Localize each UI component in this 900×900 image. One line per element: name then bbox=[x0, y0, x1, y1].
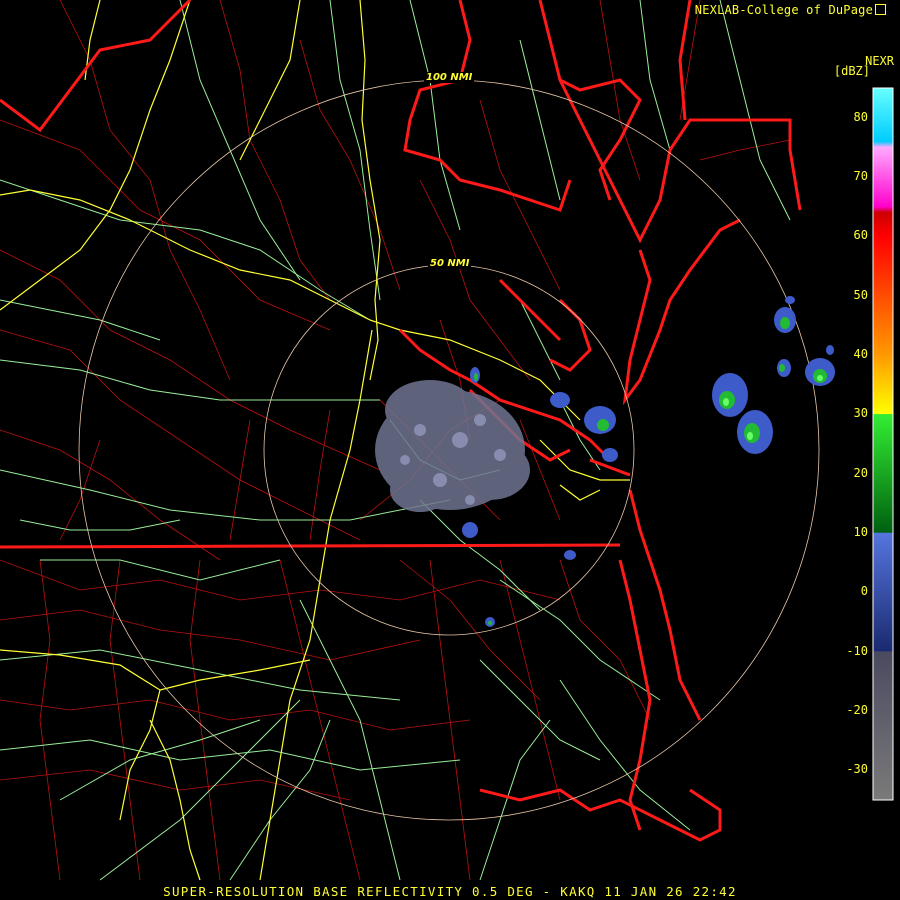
legend-tick-label: 60 bbox=[853, 228, 868, 243]
legend-unit: [dBZ] bbox=[833, 64, 870, 78]
legend-tick-label: 40 bbox=[853, 347, 868, 361]
credit-text: NEXLAB-College of DuPage bbox=[695, 3, 886, 17]
legend-tick-label: 70 bbox=[853, 169, 868, 183]
legend-tick-label: -20 bbox=[846, 703, 868, 717]
legend-tick-label: -30 bbox=[846, 762, 868, 777]
radar-display: NEXLAB-College of DuPage NEXR [dBZ] 80 70… bbox=[0, 0, 900, 900]
clutter-field bbox=[375, 380, 530, 512]
credit-label: NEXLAB-College of DuPage bbox=[694, 3, 873, 17]
interstates bbox=[0, 0, 630, 881]
legend-tick-label: 80 bbox=[853, 109, 868, 124]
legend-tick-label: 0 bbox=[860, 584, 868, 599]
external-link-icon bbox=[875, 4, 886, 15]
radar-map bbox=[0, 0, 894, 881]
legend-tick-label: 10 bbox=[853, 525, 868, 539]
ring-label-50: 50 NMI bbox=[428, 258, 472, 269]
legend-tick-label: -10 bbox=[846, 643, 868, 658]
dbz-colorbar bbox=[872, 87, 894, 801]
radar-returns bbox=[375, 296, 835, 627]
legend-tick-label: 20 bbox=[853, 465, 868, 480]
legend-tick-label: 30 bbox=[853, 406, 868, 421]
ring-label-100: 100 NMI bbox=[424, 72, 475, 83]
product-footer: SUPER-RESOLUTION BASE REFLECTIVITY 0.5 D… bbox=[163, 884, 737, 899]
legend-tick-label: 50 bbox=[853, 287, 868, 302]
